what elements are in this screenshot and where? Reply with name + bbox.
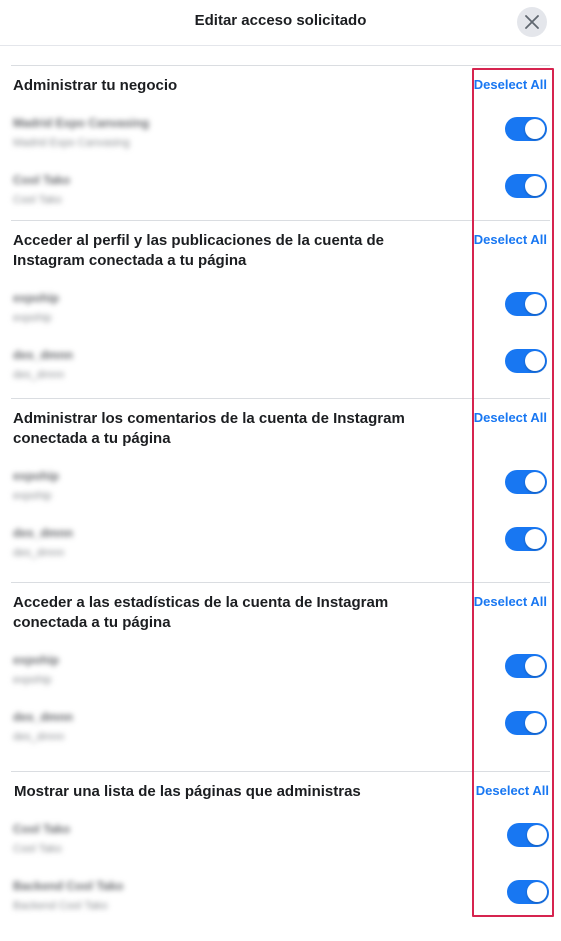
asset-toggle[interactable] [505, 174, 547, 198]
permission-section-instagram-profile: Acceder al perfil y las publicaciones de… [11, 220, 550, 398]
permission-section-pages-list: Mostrar una lista de las páginas que adm… [11, 771, 550, 931]
section-title: Administrar tu negocio [13, 77, 178, 94]
asset-subtitle: expohip [13, 674, 52, 686]
asset-name: expohip [13, 469, 60, 483]
toggle-knob [527, 825, 547, 845]
asset-name: Cool Tako [13, 822, 71, 836]
asset-toggle[interactable] [507, 823, 549, 847]
asset-item: des_dmnn des_dmnn [11, 526, 550, 570]
section-title: Mostrar una lista de las páginas que adm… [14, 783, 361, 800]
asset-subtitle: Cool Tako [13, 843, 62, 855]
asset-subtitle: des_dmnn [13, 547, 65, 559]
asset-name: Madrid Expo Canvasing [13, 116, 150, 130]
asset-name: Backend Cool Tako [13, 879, 124, 893]
deselect-all-link[interactable]: Deselect All [474, 594, 547, 609]
toggle-knob [525, 351, 545, 371]
asset-toggle[interactable] [505, 117, 547, 141]
asset-name: Cool Tako [13, 173, 71, 187]
asset-toggle[interactable] [507, 880, 549, 904]
dialog-title: Editar acceso solicitado [194, 12, 367, 29]
toggle-knob [525, 294, 545, 314]
asset-subtitle: des_dmnn [13, 731, 65, 743]
close-button[interactable] [517, 7, 547, 37]
toggle-knob [525, 472, 545, 492]
permission-section-manage-business: Administrar tu negocio Deselect All Madr… [11, 65, 550, 220]
section-title: Administrar los comentarios de la cuenta… [13, 410, 405, 447]
asset-item: expohip expohip [11, 291, 550, 335]
deselect-all-link[interactable]: Deselect All [474, 410, 547, 425]
asset-item: Backend Cool Tako Backend Cool Tako [11, 879, 550, 923]
toggle-knob [525, 656, 545, 676]
toggle-knob [525, 713, 545, 733]
asset-subtitle: Backend Cool Tako [13, 900, 108, 912]
deselect-all-link[interactable]: Deselect All [474, 232, 547, 247]
asset-item: Cool Tako Cool Tako [11, 173, 550, 217]
asset-item: Madrid Expo Canvasing Madrid Expo Canvas… [11, 116, 550, 160]
permission-section-instagram-insights: Acceder a las estadísticas de la cuenta … [11, 582, 550, 771]
toggle-knob [527, 882, 547, 902]
asset-toggle[interactable] [505, 527, 547, 551]
asset-subtitle: expohip [13, 312, 52, 324]
edit-access-dialog: Editar acceso solicitado Administrar tu … [0, 0, 561, 941]
asset-toggle[interactable] [505, 470, 547, 494]
toggle-knob [525, 529, 545, 549]
deselect-all-link[interactable]: Deselect All [474, 77, 547, 92]
toggle-knob [525, 119, 545, 139]
dialog-header: Editar acceso solicitado [0, 0, 561, 46]
asset-item: des_dmnn des_dmnn [11, 348, 550, 392]
asset-subtitle: Cool Tako [13, 194, 62, 206]
deselect-all-link[interactable]: Deselect All [476, 783, 549, 798]
toggle-knob [525, 176, 545, 196]
permission-section-instagram-comments: Administrar los comentarios de la cuenta… [11, 398, 550, 582]
close-icon [525, 15, 539, 29]
section-title: Acceder a las estadísticas de la cuenta … [13, 594, 389, 631]
asset-item: expohip expohip [11, 469, 550, 513]
asset-toggle[interactable] [505, 349, 547, 373]
asset-toggle[interactable] [505, 711, 547, 735]
asset-item: Cool Tako Cool Tako [11, 822, 550, 866]
asset-subtitle: expohip [13, 490, 52, 502]
asset-subtitle: des_dmnn [13, 369, 65, 381]
asset-subtitle: Madrid Expo Canvasing [13, 137, 130, 149]
asset-name: expohip [13, 653, 60, 667]
asset-item: des_dmnn des_dmnn [11, 710, 550, 754]
asset-item: expohip expohip [11, 653, 550, 697]
asset-toggle[interactable] [505, 292, 547, 316]
asset-name: expohip [13, 291, 60, 305]
asset-name: des_dmnn [13, 348, 74, 362]
section-title: Acceder al perfil y las publicaciones de… [13, 232, 384, 269]
asset-name: des_dmnn [13, 710, 74, 724]
asset-toggle[interactable] [505, 654, 547, 678]
asset-name: des_dmnn [13, 526, 74, 540]
